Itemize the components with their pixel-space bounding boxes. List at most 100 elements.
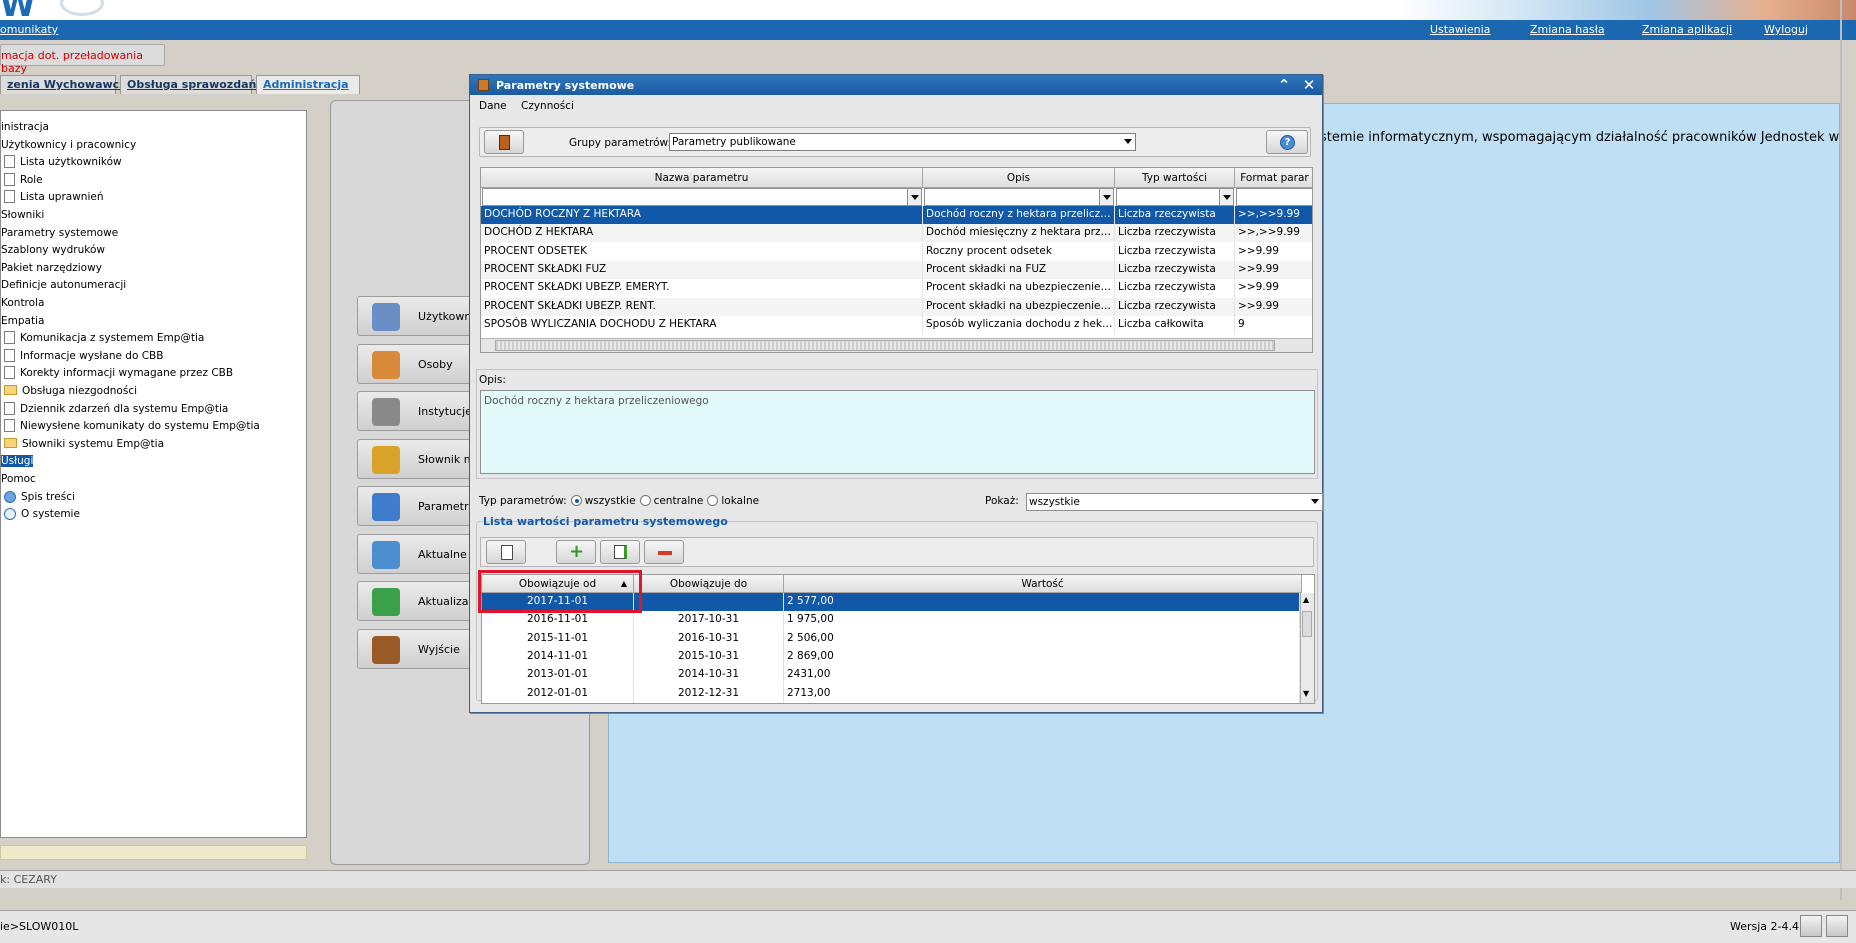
- tools-icon[interactable]: [1800, 915, 1822, 937]
- group-select-value: Parametry publikowane: [672, 136, 796, 148]
- col-nazwa[interactable]: Nazwa parametru: [481, 168, 923, 188]
- minimize-icon[interactable]: ⌃: [1275, 76, 1293, 94]
- tab-wychowawcze[interactable]: zenia Wychowawcze: [0, 75, 133, 94]
- tree-item[interactable]: Kontrola: [1, 295, 44, 312]
- table-row[interactable]: 2017-11-01 2 577,00: [482, 593, 1300, 611]
- table-cell: Liczba rzeczywista: [1115, 224, 1235, 243]
- filter-format[interactable]: [1236, 188, 1312, 206]
- table-cell: 9: [1235, 316, 1312, 334]
- table-cell: PROCENT SKŁADKI FUZ: [481, 260, 923, 279]
- nav-change-app-link[interactable]: Zmiana aplikacji: [1642, 23, 1732, 36]
- col-opis[interactable]: Opis: [923, 168, 1115, 188]
- tree-item-label: O systemie: [21, 508, 80, 521]
- menu-dane[interactable]: Dane: [479, 100, 507, 112]
- table-row[interactable]: 2014-11-01 2015-10-31 2 869,00: [482, 647, 1300, 666]
- table-row[interactable]: DOCHÓD Z HEKTARA Dochód miesięczny z hekt…: [481, 224, 1312, 243]
- table-row[interactable]: PROCENT SKŁADKI FUZ Procent składki na FU…: [481, 260, 1312, 279]
- tree-item[interactable]: Definicje autonumeracji: [1, 277, 126, 294]
- tree-item-label: Usługi: [1, 455, 34, 468]
- menu-button-label: Użytkowni: [418, 310, 475, 323]
- delete-button[interactable]: [644, 540, 684, 564]
- tree-item[interactable]: Dziennik zdarzeń dla systemu Emp@tia: [4, 401, 228, 418]
- table-cell: 2013-01-01: [482, 666, 634, 685]
- tree-item[interactable]: Informacje wysłane do CBB: [4, 348, 163, 365]
- vertical-scrollbar[interactable]: ▲ ▼: [1300, 593, 1314, 703]
- table-row[interactable]: PROCENT SKŁADKI UBEZP. RENT. Procent skła…: [481, 297, 1312, 316]
- tab-obsluga-sprawozdan[interactable]: Obsługa sprawozdań: [120, 75, 256, 94]
- add-button[interactable]: +: [556, 540, 596, 564]
- tree-item[interactable]: Pakiet narzędziowy: [1, 260, 102, 277]
- col-obowiazuje-do[interactable]: Obowiązuje do: [634, 575, 784, 593]
- exit-door-icon: [372, 635, 400, 664]
- tree-item[interactable]: Obsługa niezgodności: [4, 383, 137, 400]
- tab-administracja[interactable]: Administracja: [256, 75, 360, 94]
- tree-item[interactable]: inistracja: [1, 119, 49, 136]
- menu-czynnosci[interactable]: Czynności: [521, 100, 574, 112]
- col-wartosc[interactable]: Wartość: [784, 575, 1302, 593]
- tree-item[interactable]: Usługi: [1, 453, 34, 470]
- document-icon: [4, 348, 15, 362]
- tree-item[interactable]: Role: [4, 172, 43, 189]
- scroll-up-icon[interactable]: ▲: [1303, 595, 1309, 604]
- dictionary-icon: [372, 445, 400, 474]
- table-cell: 2 577,00: [784, 593, 1300, 611]
- nav-change-password-link[interactable]: Zmiana hasła: [1530, 23, 1605, 36]
- nav-komunikaty-link[interactable]: omunikaty: [0, 23, 58, 36]
- nav-settings-link[interactable]: Ustawienia: [1430, 23, 1490, 36]
- tree-item[interactable]: Słowniki systemu Emp@tia: [4, 436, 164, 453]
- calculator-icon[interactable]: [1826, 915, 1848, 937]
- table-row[interactable]: 2013-01-01 2014-10-31 2431,00: [482, 666, 1300, 685]
- pokaz-select[interactable]: wszystkie: [1026, 493, 1323, 511]
- col-obowiazuje-od[interactable]: Obowiązuje od ▲: [482, 575, 634, 593]
- tree-item-label: Niewysłene komunikaty do systemu Emp@tia: [20, 420, 260, 433]
- table-row[interactable]: 2012-01-01 2012-12-31 2713,00: [482, 684, 1300, 703]
- document-icon: [4, 419, 15, 433]
- table-row[interactable]: 2015-11-01 2016-10-31 2 506,00: [482, 629, 1300, 648]
- table-row[interactable]: DOCHÓD ROCZNY Z HEKTARA Dochód roczny z h…: [481, 206, 1312, 224]
- table-row[interactable]: PROCENT SKŁADKI UBEZP. EMERYT. Procent sk…: [481, 279, 1312, 298]
- table-cell: 2713,00: [784, 684, 1300, 703]
- close-icon[interactable]: ✕: [1300, 76, 1318, 94]
- horizontal-scrollbar[interactable]: [481, 338, 1312, 352]
- tree-item[interactable]: Pomoc: [1, 471, 36, 488]
- col-obowiazuje-od-label: Obowiązuje od: [518, 578, 597, 590]
- tree-item[interactable]: Lista użytkowników: [4, 154, 122, 171]
- scroll-down-icon[interactable]: ▼: [1303, 689, 1309, 698]
- tree-item-label: Pakiet narzędziowy: [1, 261, 102, 274]
- table-row[interactable]: 2016-11-01 2017-10-31 1 975,00: [482, 611, 1300, 630]
- tree-item[interactable]: Użytkownicy i pracownicy: [1, 137, 136, 154]
- table-row[interactable]: PROCENT ODSETEK Roczny procent odsetek Lic…: [481, 242, 1312, 261]
- opis-textarea[interactable]: Dochód roczny z hektara przeliczeniowego: [480, 390, 1315, 474]
- table-row[interactable]: SPOSÓB WYLICZANIA DOCHODU Z HEKTARA Sposó…: [481, 315, 1312, 334]
- nav-logout-link[interactable]: Wyloguj: [1764, 23, 1808, 36]
- radio-centralne[interactable]: [639, 495, 651, 506]
- radio-lokalne[interactable]: [707, 495, 719, 506]
- tree-item[interactable]: Spis treści: [4, 489, 75, 506]
- dialog-menubar: Dane Czynności: [470, 97, 1322, 115]
- help-button[interactable]: ?: [1266, 130, 1308, 154]
- tree-item-label: Empatia: [1, 314, 45, 327]
- tree-item[interactable]: Szablony wydruków: [1, 242, 105, 259]
- tree-item[interactable]: Lista uprawnień: [4, 189, 103, 206]
- tree-item[interactable]: Empatia: [1, 313, 44, 330]
- group-select[interactable]: Parametry publikowane: [669, 133, 1136, 151]
- tree-item[interactable]: Parametry systemowe: [1, 225, 118, 242]
- tree-item[interactable]: Komunikacja z systemem Emp@tia: [4, 330, 204, 347]
- radio-wszystkie[interactable]: [570, 495, 582, 506]
- tree-item[interactable]: Niewysłene komunikaty do systemu Emp@tia: [4, 418, 260, 435]
- copy-button[interactable]: [486, 540, 526, 564]
- exit-button[interactable]: [484, 130, 524, 154]
- edit-button[interactable]: [600, 540, 640, 564]
- filter-opis[interactable]: [924, 188, 1114, 206]
- col-format[interactable]: Format parar: [1235, 168, 1312, 188]
- tree-item[interactable]: O systemie: [4, 506, 80, 523]
- reload-notice-button[interactable]: macja dot. przeładowania bazy: [0, 44, 165, 75]
- tree-item[interactable]: Słowniki: [1, 207, 44, 224]
- filter-typ[interactable]: [1116, 188, 1234, 206]
- filter-nazwa[interactable]: [482, 188, 922, 206]
- copy-icon: [501, 545, 513, 560]
- col-typ[interactable]: Typ wartości: [1115, 168, 1235, 188]
- tree-item[interactable]: Korekty informacji wymagane przez CBB: [4, 365, 233, 382]
- typ-label: Typ parametrów:: [479, 495, 567, 507]
- table-cell: PROCENT SKŁADKI UBEZP. RENT.: [481, 297, 923, 316]
